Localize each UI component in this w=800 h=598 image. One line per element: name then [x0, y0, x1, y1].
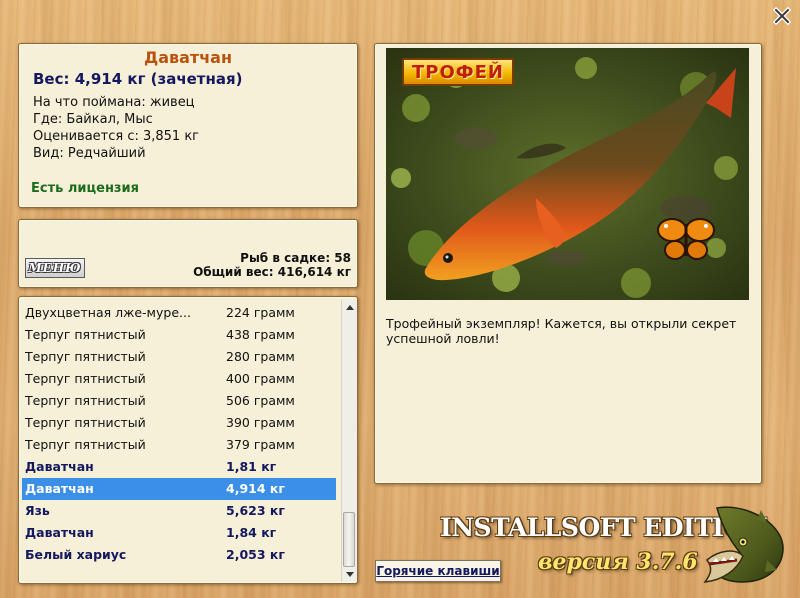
catch-list-item[interactable]: Терпуг пятнистый 379 грамм — [22, 434, 336, 456]
catch-fish-weight: 1,84 кг — [226, 525, 277, 540]
list-scrollbar[interactable] — [341, 300, 357, 582]
catch-fish-weight: 224 грамм — [226, 305, 295, 320]
catch-list-item[interactable]: Терпуг пятнистый 400 грамм — [22, 368, 336, 390]
catch-fish-name: Терпуг пятнистый — [25, 415, 146, 430]
catch-list-item[interactable]: Терпуг пятнистый 280 грамм — [22, 346, 336, 368]
license-status: Есть лицензия — [31, 181, 139, 196]
catch-list[interactable]: Двухцветная лже-муре... 224 грамм Терпуг п… — [22, 302, 336, 566]
fish-rated-from: Оценивается с: 3,851 кг — [33, 129, 200, 144]
catch-list-item[interactable]: Терпуг пятнистый 390 грамм — [22, 412, 336, 434]
catch-list-item[interactable]: Белый хариус 2,053 кг — [22, 544, 336, 566]
scrollbar-thumb[interactable] — [343, 512, 355, 567]
catch-list-item[interactable]: Язь 5,623 кг — [22, 500, 336, 522]
catch-list-panel: Двухцветная лже-муре... 224 грамм Терпуг п… — [18, 296, 358, 584]
catch-fish-name: Даватчан — [25, 525, 94, 540]
fish-type: Вид: Редчайший — [33, 146, 146, 161]
catch-fish-weight: 280 грамм — [226, 349, 295, 364]
close-button[interactable] — [771, 5, 793, 27]
catch-list-item-selected[interactable]: Даватчан 4,914 кг — [22, 478, 336, 500]
close-icon — [773, 7, 791, 25]
total-weight: Общий вес: 416,614 кг — [193, 265, 351, 279]
catch-fish-name: Терпуг пятнистый — [25, 437, 146, 452]
trophy-panel: ТРОФЕЙ Трофейный экземпляр! Кажется, вы … — [374, 43, 762, 484]
catch-fish-name: Терпуг пятнистый — [25, 327, 146, 342]
pike-logo-icon — [703, 506, 784, 583]
trophy-description: Трофейный экземпляр! Кажется, вы открыли… — [386, 316, 737, 346]
hotkeys-button[interactable]: Горячие клавиши — [375, 560, 501, 582]
catch-list-item[interactable]: Терпуг пятнистый 506 грамм — [22, 390, 336, 412]
catch-list-item[interactable]: Терпуг пятнистый 438 грамм — [22, 324, 336, 346]
catch-fish-weight: 5,623 кг — [226, 503, 285, 518]
catch-fish-name: Терпуг пятнистый — [25, 393, 146, 408]
catch-fish-weight: 506 грамм — [226, 393, 295, 408]
fish-weight: Вес: 4,914 кг (зачетная) — [33, 70, 243, 88]
catch-fish-name: Даватчан — [25, 481, 94, 496]
fish-bait: На что поймана: живец — [33, 95, 195, 110]
scroll-down-button[interactable] — [342, 567, 357, 582]
scroll-up-button[interactable] — [342, 300, 357, 315]
fish-location: Где: Байкал, Мыс — [33, 112, 153, 127]
catch-fish-weight: 379 грамм — [226, 437, 295, 452]
menu-button[interactable]: МЕНЮ — [25, 258, 85, 278]
catch-fish-weight: 390 грамм — [226, 415, 295, 430]
arrow-down-icon — [345, 572, 354, 577]
catch-list-item[interactable]: Двухцветная лже-муре... 224 грамм — [22, 302, 336, 324]
catch-list-item[interactable]: Даватчан 1,81 кг — [22, 456, 336, 478]
catch-fish-name: Двухцветная лже-муре... — [25, 305, 191, 320]
fish-info-panel: Даватчан Вес: 4,914 кг (зачетная) На что… — [18, 43, 358, 208]
catch-fish-weight: 400 грамм — [226, 371, 295, 386]
catch-fish-weight: 4,914 кг — [226, 481, 285, 496]
catch-fish-name: Терпуг пятнистый — [25, 371, 146, 386]
catch-fish-name: Даватчан — [25, 459, 94, 474]
catch-fish-weight: 438 грамм — [226, 327, 295, 342]
catch-fish-weight: 1,81 кг — [226, 459, 277, 474]
version-label: версия 3.7.6 — [538, 549, 698, 575]
fish-photo: ТРОФЕЙ — [386, 48, 749, 300]
catch-fish-name: Белый хариус — [25, 547, 127, 562]
catch-fish-name: Язь — [25, 503, 50, 518]
fish-name: Даватчан — [143, 48, 233, 67]
arrow-up-icon — [345, 305, 354, 310]
trophy-badge: ТРОФЕЙ — [402, 58, 514, 86]
catch-fish-weight: 2,053 кг — [226, 547, 285, 562]
keepnet-stats-panel: МЕНЮ Рыб в садке: 58 Общий вес: 416,614 … — [18, 219, 358, 288]
catch-fish-name: Терпуг пятнистый — [25, 349, 146, 364]
catch-list-item[interactable]: Даватчан 1,84 кг — [22, 522, 336, 544]
fish-count: Рыб в садке: 58 — [240, 251, 351, 265]
